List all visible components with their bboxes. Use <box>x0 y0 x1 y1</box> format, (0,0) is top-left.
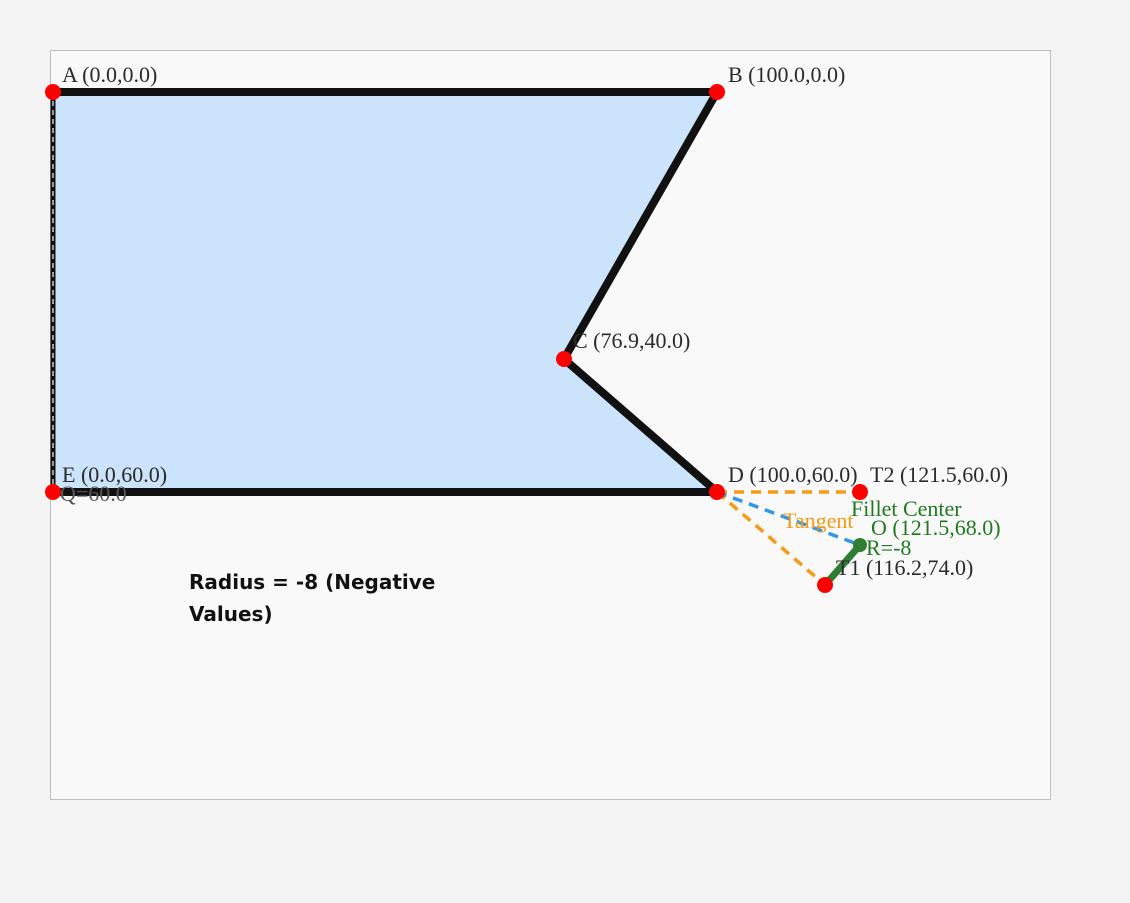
point-b[interactable] <box>709 84 725 100</box>
label-a: A (0.0,0.0) <box>62 62 157 87</box>
label-c: C (76.9,40.0) <box>573 328 690 353</box>
point-o[interactable] <box>853 538 867 552</box>
label-b: B (100.0,0.0) <box>728 62 845 87</box>
edge-length-label: Q=60.0 <box>60 481 127 506</box>
label-t1: T1 (116.2,74.0) <box>836 555 973 580</box>
label-t2: T2 (121.5,60.0) <box>870 462 1008 487</box>
tangent-label: Tangent <box>783 508 854 533</box>
point-d[interactable] <box>709 484 725 500</box>
point-t1[interactable] <box>817 577 833 593</box>
point-e[interactable] <box>45 484 61 500</box>
fillet-diagram: A (0.0,0.0) B (100.0,0.0) C (76.9,40.0) … <box>45 62 1008 593</box>
point-a[interactable] <box>45 84 61 100</box>
polygon-fill <box>53 92 717 492</box>
radius-note: Radius = -8 (Negative Values) <box>189 570 436 626</box>
point-c[interactable] <box>556 351 572 367</box>
label-d: D (100.0,60.0) <box>728 462 858 487</box>
tangent-line-d-t1 <box>715 490 827 587</box>
